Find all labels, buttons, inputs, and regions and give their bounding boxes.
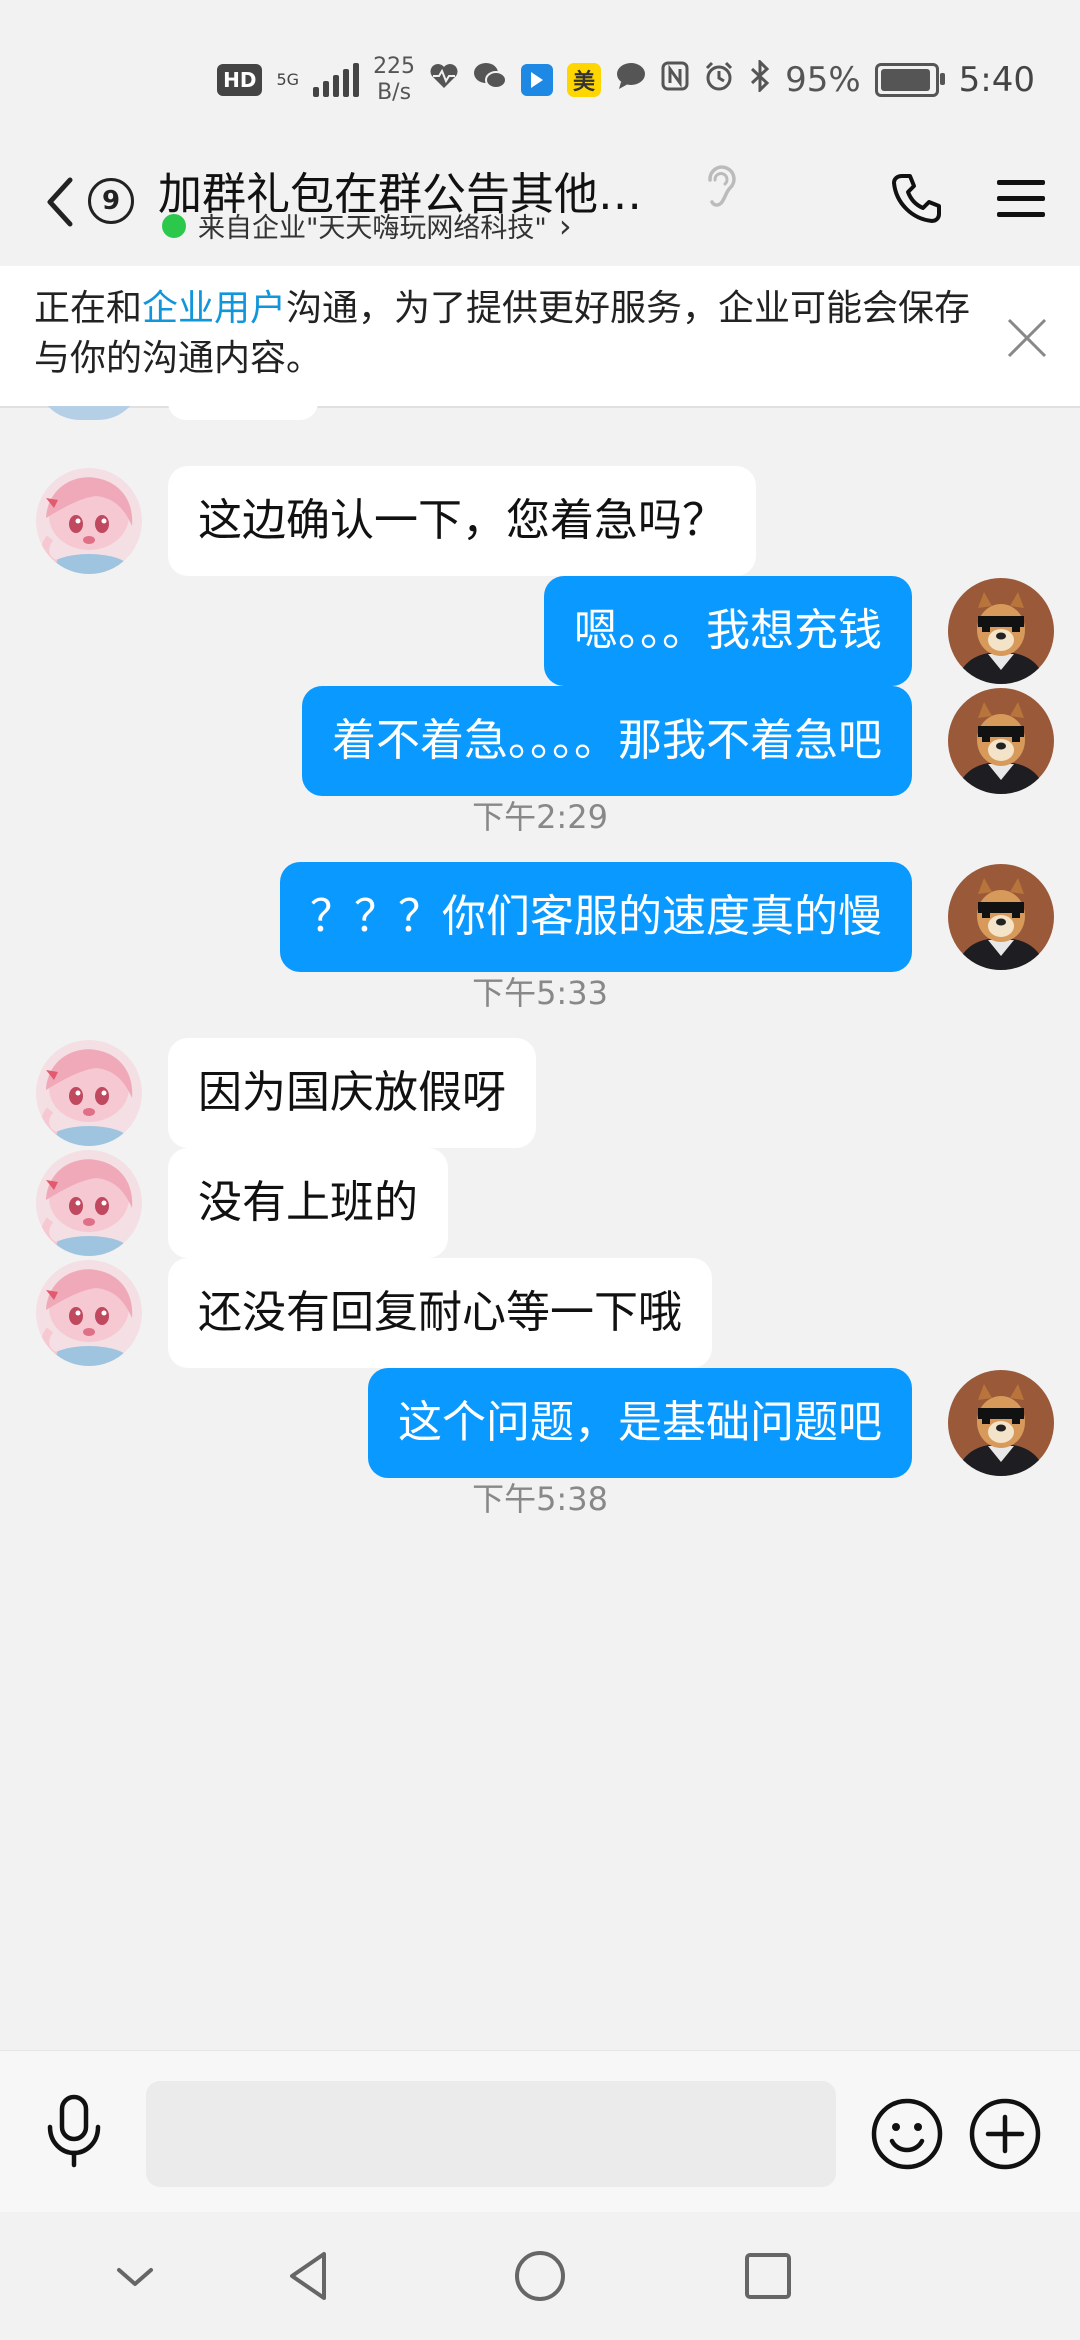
enterprise-user-link[interactable]: 企业用户	[142, 288, 286, 329]
emoji-icon[interactable]	[870, 2097, 944, 2171]
message-icon	[615, 62, 647, 98]
notice-text: 正在和企业用户沟通，为了提供更好服务，企业可能会保存与你的沟通内容。	[34, 284, 994, 384]
battery-icon	[874, 63, 945, 97]
status-bar: HD 5G 225 B/s 美 95% 5:40	[0, 0, 1080, 150]
incoming-message-bubble[interactable]: 还没有回复耐心等一下哦	[168, 1258, 712, 1368]
system-navigation-bar	[0, 2212, 1080, 2340]
input-bar	[0, 2050, 1080, 2213]
privacy-notice-banner: 正在和企业用户沟通，为了提供更好服务，企业可能会保存与你的沟通内容。	[0, 266, 1080, 408]
speed-value: 225	[373, 54, 416, 79]
incoming-message-bubble[interactable]: 因为国庆放假呀	[168, 1038, 536, 1148]
nfc-icon	[661, 61, 689, 99]
contact-avatar[interactable]	[36, 1040, 142, 1146]
bluetooth-icon	[749, 58, 771, 100]
outgoing-message-bubble[interactable]: ？？？你们客服的速度真的慢	[280, 862, 912, 972]
notice-prefix: 正在和	[34, 288, 143, 329]
network-speed: 225 B/s	[373, 54, 415, 106]
network-type: 5G	[276, 70, 300, 89]
message-list[interactable]: 这边确认一下，您着急吗？ 嗯。。。我想充钱 着不着急。。。。那我不着急吧 下午2:29…	[0, 406, 1080, 2050]
menu-icon[interactable]	[995, 178, 1047, 220]
hd-indicator: HD	[217, 64, 263, 96]
unread-count-badge[interactable]: 9	[88, 178, 134, 224]
enterprise-name: 来自企业"天天嗨玩网络科技"	[198, 213, 547, 244]
nav-home-icon[interactable]	[510, 2246, 570, 2306]
online-status-dot	[162, 213, 186, 238]
message-timestamp: 下午5:33	[472, 974, 608, 1012]
chevron-right-icon: ›	[558, 206, 572, 245]
nav-back-icon[interactable]	[280, 2246, 340, 2306]
outgoing-message-bubble[interactable]: 着不着急。。。。那我不着急吧	[302, 686, 912, 796]
message-bubble-partial	[168, 406, 318, 420]
contact-avatar[interactable]	[36, 1260, 142, 1366]
contact-avatar[interactable]	[36, 468, 142, 574]
message-timestamp: 下午2:29	[472, 798, 608, 836]
contact-avatar[interactable]	[36, 1150, 142, 1256]
message-timestamp: 下午5:38	[472, 1480, 608, 1518]
incoming-message-bubble[interactable]: 没有上班的	[168, 1148, 448, 1258]
speed-unit: B/s	[377, 80, 412, 105]
message-input[interactable]	[146, 2081, 836, 2187]
my-avatar[interactable]	[948, 578, 1054, 684]
clock: 5:40	[958, 60, 1035, 100]
my-avatar[interactable]	[948, 688, 1054, 794]
nav-collapse-icon[interactable]	[105, 2246, 165, 2306]
outgoing-message-bubble[interactable]: 这个问题，是基础问题吧	[368, 1368, 912, 1478]
ear-icon[interactable]	[700, 160, 740, 210]
outgoing-message-bubble[interactable]: 嗯。。。我想充钱	[544, 576, 912, 686]
battery-percent: 95%	[785, 60, 861, 100]
phone-icon[interactable]	[888, 170, 944, 226]
enterprise-subtitle[interactable]: 来自企业"天天嗨玩网络科技" ›	[162, 206, 572, 245]
plus-icon[interactable]	[968, 2097, 1042, 2171]
chat-header: 9 加群礼包在群公告其他礼... 来自企业"天天嗨玩网络科技" ›	[0, 150, 1080, 266]
app-notification-icon	[521, 64, 554, 96]
meituan-icon: 美	[567, 63, 602, 97]
avatar	[36, 406, 142, 420]
signal-icon	[313, 63, 360, 97]
my-avatar[interactable]	[948, 1370, 1054, 1476]
my-avatar[interactable]	[948, 864, 1054, 970]
wechat-icon	[473, 61, 508, 99]
incoming-message-bubble[interactable]: 这边确认一下，您着急吗？	[168, 466, 756, 576]
health-icon	[429, 62, 459, 98]
microphone-icon[interactable]	[42, 2093, 106, 2169]
back-icon[interactable]	[40, 172, 80, 232]
nav-recents-icon[interactable]	[738, 2246, 798, 2306]
alarm-icon	[703, 60, 735, 100]
close-icon[interactable]	[1005, 316, 1049, 360]
